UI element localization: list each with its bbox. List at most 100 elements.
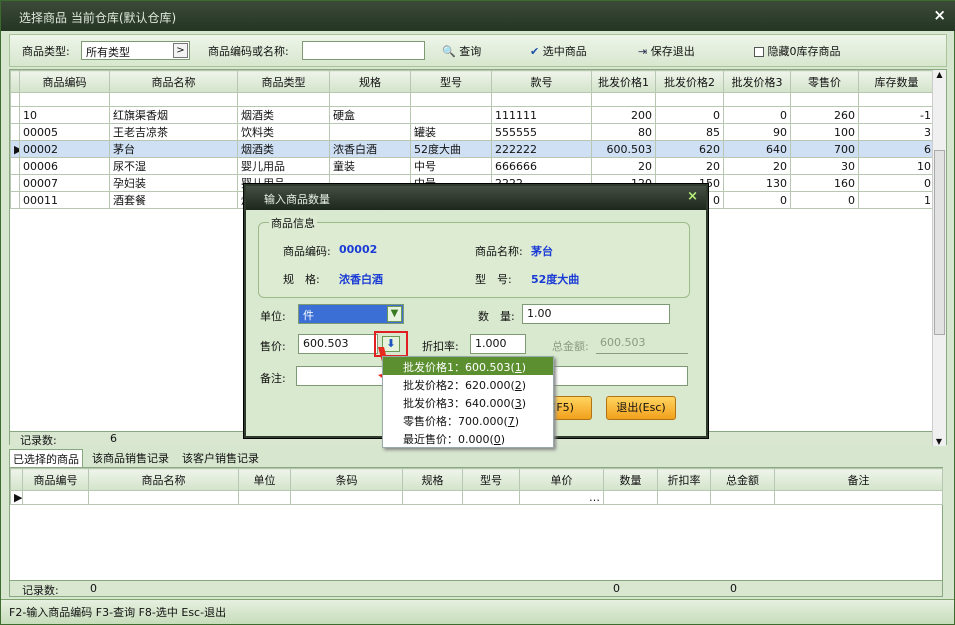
col-header[interactable]: 单价	[519, 468, 604, 491]
table-cell[interactable]: 00011	[19, 191, 110, 209]
table-cell[interactable]: 茅台	[109, 140, 238, 158]
table-cell[interactable]: 85	[655, 123, 724, 141]
discount-input[interactable]: 1.000	[470, 334, 526, 354]
table-cell[interactable]: 100	[790, 123, 859, 141]
table-cell[interactable]: 烟酒类	[237, 140, 330, 158]
select-button[interactable]: ✔ 选中商品	[530, 43, 587, 59]
table-cell[interactable]: 30	[790, 157, 859, 175]
price-option-recent[interactable]: 最近售价：0.000(0)	[383, 429, 553, 447]
table-row[interactable]: 10 红旗渠香烟 烟酒类 硬盒 111111 200 0 0 260 -1	[10, 106, 935, 124]
save-exit-button[interactable]: ⇥ 保存退出	[638, 43, 695, 59]
filter-row[interactable]	[10, 92, 935, 107]
table-cell[interactable]: 硬盒	[329, 106, 411, 124]
filter-cell[interactable]	[723, 92, 791, 107]
price-input[interactable]: 600.503	[298, 334, 378, 354]
table-cell[interactable]: 孕妇装	[109, 174, 238, 192]
filter-cell[interactable]	[329, 92, 411, 107]
table-cell[interactable]	[603, 490, 658, 505]
table-cell[interactable]	[462, 490, 520, 505]
table-cell[interactable]	[88, 490, 239, 505]
table-cell[interactable]: 90	[723, 123, 791, 141]
table-cell[interactable]: 700	[790, 140, 859, 158]
table-cell[interactable]: 600.503	[591, 140, 656, 158]
filter-cell[interactable]	[19, 92, 110, 107]
table-cell[interactable]: 555555	[491, 123, 592, 141]
table-cell[interactable]	[22, 490, 89, 505]
qty-input[interactable]: 1.00	[522, 304, 670, 324]
table-cell[interactable]: 20	[723, 157, 791, 175]
col-header[interactable]: 数量	[603, 468, 658, 491]
price-option-retail[interactable]: 零售价格：700.000(7)	[383, 411, 553, 429]
filter-cell[interactable]	[10, 92, 20, 107]
filter-cell[interactable]	[491, 92, 592, 107]
filter-cell[interactable]	[655, 92, 724, 107]
table-cell[interactable]: 烟酒类	[237, 106, 330, 124]
table-cell[interactable]: 620	[655, 140, 724, 158]
filter-cell[interactable]	[237, 92, 330, 107]
table-cell[interactable]: 王老吉凉茶	[109, 123, 238, 141]
col-header[interactable]: 折扣率	[657, 468, 711, 491]
col-header[interactable]: 型号	[462, 468, 520, 491]
table-cell[interactable]: …	[519, 490, 604, 505]
table-cell[interactable]: 3	[858, 123, 935, 141]
table-cell[interactable]: 10	[858, 157, 935, 175]
table-cell[interactable]	[402, 490, 463, 505]
col-header[interactable]: 单位	[238, 468, 291, 491]
table-cell[interactable]: 111111	[491, 106, 592, 124]
filter-cell[interactable]	[410, 92, 492, 107]
vertical-scrollbar[interactable]: ▲ ▼	[932, 70, 946, 446]
table-row[interactable]: 00005 王老吉凉茶 饮料类 罐装 555555 80 85 90 100 3	[10, 123, 935, 141]
scroll-thumb[interactable]	[934, 150, 945, 335]
table-cell[interactable]: 80	[591, 123, 656, 141]
col-header[interactable]: 型号	[410, 70, 492, 93]
chevron-down-icon[interactable]: ▼	[387, 306, 402, 322]
unit-select[interactable]: 件 ▼	[298, 304, 404, 324]
price-option-wholesale-2[interactable]: 批发价格2：620.000(2)	[383, 375, 553, 393]
table-cell[interactable]: 中号	[410, 157, 492, 175]
tab-customer-sales[interactable]: 该客户销售记录	[179, 449, 262, 467]
filter-cell[interactable]	[109, 92, 238, 107]
price-option-wholesale-3[interactable]: 批发价格3：640.000(3)	[383, 393, 553, 411]
code-search-input[interactable]	[302, 41, 425, 60]
table-cell[interactable]: 饮料类	[237, 123, 330, 141]
table-cell[interactable]: 婴儿用品	[237, 157, 330, 175]
table-cell[interactable]: 00005	[19, 123, 110, 141]
col-header[interactable]: 库存数量	[858, 70, 935, 93]
table-cell[interactable]: 红旗渠香烟	[109, 106, 238, 124]
table-cell[interactable]: 260	[790, 106, 859, 124]
table-cell[interactable]: 童装	[329, 157, 411, 175]
table-cell[interactable]	[290, 490, 403, 505]
scroll-down-icon[interactable]: ▼	[933, 437, 945, 446]
tab-product-sales[interactable]: 该商品销售记录	[89, 449, 172, 467]
col-header[interactable]: 商品名称	[109, 70, 238, 93]
tab-selected-items[interactable]: 已选择的商品	[9, 449, 83, 468]
table-cell[interactable]: 0	[790, 191, 859, 209]
table-cell[interactable]: -1	[858, 106, 935, 124]
col-header[interactable]: 条码	[290, 468, 403, 491]
filter-cell[interactable]	[591, 92, 656, 107]
table-cell[interactable]	[710, 490, 775, 505]
table-cell[interactable]: 222222	[491, 140, 592, 158]
table-cell[interactable]: 52度大曲	[410, 140, 492, 158]
table-cell[interactable]: 尿不湿	[109, 157, 238, 175]
search-button[interactable]: 🔍 查询	[442, 43, 481, 59]
type-select[interactable]: 所有类型 >	[81, 41, 190, 60]
col-header[interactable]: 商品类型	[237, 70, 330, 93]
table-cell[interactable]: 0	[858, 174, 935, 192]
col-header[interactable]: 批发价格1	[591, 70, 656, 93]
table-cell[interactable]	[774, 490, 943, 505]
col-header[interactable]: 批发价格3	[723, 70, 791, 93]
table-cell[interactable]: 1	[858, 191, 935, 209]
table-cell[interactable]: 640	[723, 140, 791, 158]
col-header[interactable]: 规格	[402, 468, 463, 491]
table-cell[interactable]	[238, 490, 291, 505]
table-cell[interactable]: 666666	[491, 157, 592, 175]
table-cell[interactable]: 0	[723, 191, 791, 209]
table-cell[interactable]: 00007	[19, 174, 110, 192]
scroll-up-icon[interactable]: ▲	[933, 70, 946, 79]
table-cell[interactable]: 20	[655, 157, 724, 175]
table-cell[interactable]: 00006	[19, 157, 110, 175]
col-header[interactable]: 规格	[329, 70, 411, 93]
table-cell[interactable]: 20	[591, 157, 656, 175]
table-cell[interactable]: 罐装	[410, 123, 492, 141]
